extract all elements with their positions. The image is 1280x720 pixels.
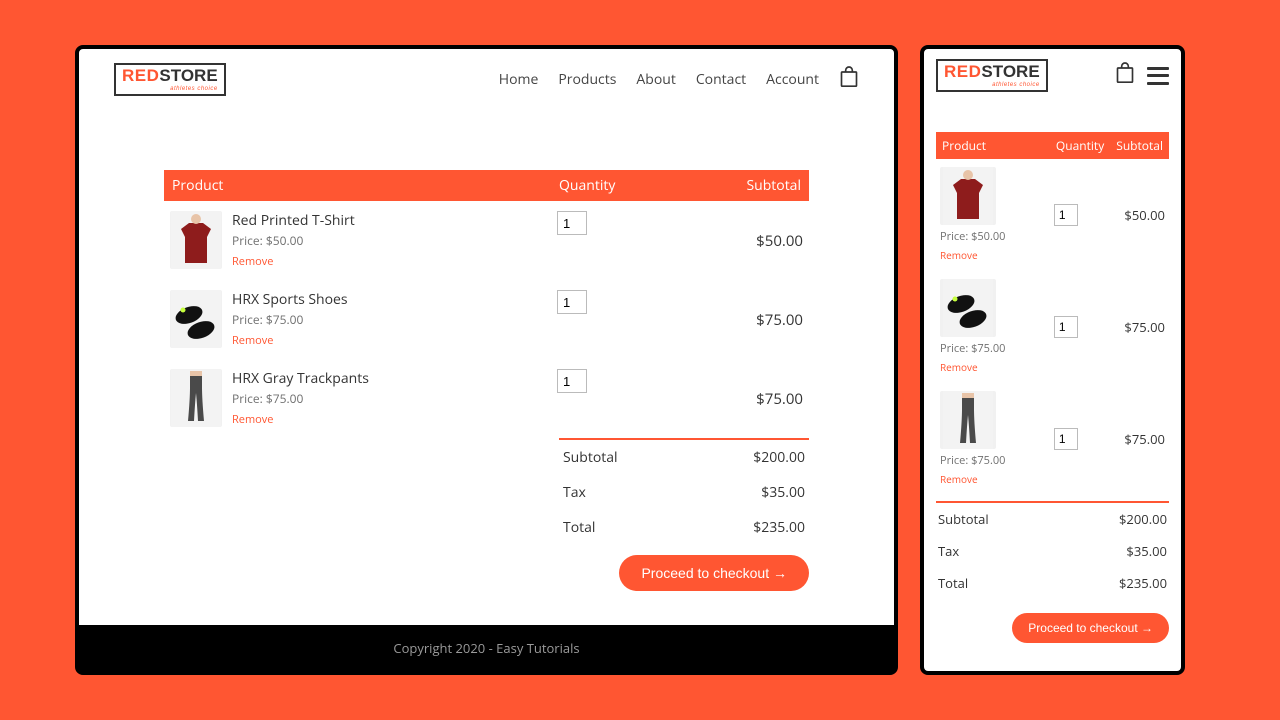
hamburger-icon[interactable] [1147, 67, 1169, 85]
nav-products[interactable]: Products [558, 70, 616, 89]
remove-link[interactable]: Remove [940, 248, 978, 262]
logo-red: RED [122, 66, 159, 85]
logo[interactable]: REDSTORE athletes choice [936, 59, 1048, 92]
tax-label: Tax [563, 483, 586, 502]
table-row: HRX Gray Trackpants Price: $75.00 Remove… [164, 359, 809, 438]
product-price: Price: $50.00 [232, 232, 355, 249]
product-price: Price: $75.00 [232, 390, 369, 407]
total-value: $235.00 [1119, 574, 1167, 592]
nav-account[interactable]: Account [766, 70, 819, 89]
product-name: HRX Sports Shoes [232, 290, 348, 309]
table-row: Price: $75.00 Remove $75.00 [936, 383, 1169, 495]
nav-contact[interactable]: Contact [696, 70, 746, 89]
logo-red: RED [944, 62, 981, 81]
cart-table: Product Quantity Subtotal Price: $50.00 … [936, 132, 1169, 495]
checkout-button[interactable]: Proceed to checkout → [1012, 613, 1169, 643]
total-value: $235.00 [753, 518, 805, 537]
total-label: Total [938, 574, 968, 592]
product-thumbnail [940, 391, 996, 449]
product-thumbnail [940, 167, 996, 225]
row-subtotal: $75.00 [1110, 271, 1169, 383]
remove-link[interactable]: Remove [232, 333, 273, 348]
table-row: HRX Sports Shoes Price: $75.00 Remove $7… [164, 280, 809, 359]
product-name: HRX Gray Trackpants [232, 369, 369, 388]
tax-value: $35.00 [1126, 542, 1167, 560]
row-subtotal: $75.00 [648, 280, 809, 359]
logo-tagline: athletes choice [122, 86, 218, 92]
row-subtotal: $75.00 [1110, 383, 1169, 495]
totals-box: Subtotal $200.00 Tax $35.00 Total $235.00 [559, 438, 809, 545]
mobile-view: REDSTORE athletes choice Product Quantit… [920, 45, 1185, 675]
cart-icon[interactable] [839, 66, 859, 93]
remove-link[interactable]: Remove [232, 254, 273, 269]
mobile-navbar: REDSTORE athletes choice [936, 59, 1169, 92]
nav-links: Home Products About Contact Account [499, 66, 859, 93]
product-price: Price: $75.00 [940, 341, 1046, 356]
quantity-input[interactable] [557, 211, 587, 235]
remove-link[interactable]: Remove [940, 472, 978, 486]
row-subtotal: $75.00 [648, 359, 809, 438]
product-price: Price: $75.00 [232, 311, 348, 328]
cart-table: Product Quantity Subtotal Red Printed [164, 170, 809, 438]
checkout-button[interactable]: Proceed to checkout → [619, 555, 809, 591]
total-label: Total [563, 518, 595, 537]
subtotal-label: Subtotal [563, 448, 618, 467]
table-row: Price: $75.00 Remove $75.00 [936, 271, 1169, 383]
col-quantity: Quantity [551, 170, 648, 201]
logo-store: STORE [981, 62, 1039, 81]
subtotal-value: $200.00 [753, 448, 805, 467]
nav-home[interactable]: Home [499, 70, 539, 89]
col-subtotal: Subtotal [648, 170, 809, 201]
table-row: Price: $50.00 Remove $50.00 [936, 159, 1169, 271]
quantity-input[interactable] [1054, 428, 1078, 450]
remove-link[interactable]: Remove [940, 360, 978, 374]
col-product: Product [936, 132, 1050, 159]
product-thumbnail [170, 369, 222, 427]
product-thumbnail [940, 279, 996, 337]
desktop-view: REDSTORE athletes choice Home Products A… [75, 45, 898, 675]
quantity-input[interactable] [1054, 204, 1078, 226]
logo-tagline: athletes choice [944, 82, 1040, 88]
quantity-input[interactable] [1054, 316, 1078, 338]
footer: Copyright 2020 - Easy Tutorials [79, 625, 894, 671]
product-price: Price: $50.00 [940, 229, 1046, 244]
logo-store: STORE [159, 66, 217, 85]
totals-box: Subtotal $200.00 Tax $35.00 Total $235.00 [936, 501, 1169, 599]
cart-icon[interactable] [1115, 62, 1135, 89]
product-thumbnail [170, 211, 222, 269]
product-name: Red Printed T-Shirt [232, 211, 355, 230]
col-product: Product [164, 170, 551, 201]
tax-value: $35.00 [761, 483, 805, 502]
remove-link[interactable]: Remove [232, 412, 273, 427]
quantity-input[interactable] [557, 290, 587, 314]
col-quantity: Quantity [1050, 132, 1110, 159]
navbar: REDSTORE athletes choice Home Products A… [79, 49, 894, 110]
subtotal-label: Subtotal [938, 510, 989, 528]
product-thumbnail [170, 290, 222, 348]
table-row: Red Printed T-Shirt Price: $50.00 Remove… [164, 201, 809, 280]
quantity-input[interactable] [557, 369, 587, 393]
logo[interactable]: REDSTORE athletes choice [114, 63, 226, 96]
row-subtotal: $50.00 [648, 201, 809, 280]
subtotal-value: $200.00 [1119, 510, 1167, 528]
nav-about[interactable]: About [636, 70, 675, 89]
col-subtotal: Subtotal [1110, 132, 1169, 159]
tax-label: Tax [938, 542, 959, 560]
row-subtotal: $50.00 [1110, 159, 1169, 271]
product-price: Price: $75.00 [940, 453, 1046, 468]
